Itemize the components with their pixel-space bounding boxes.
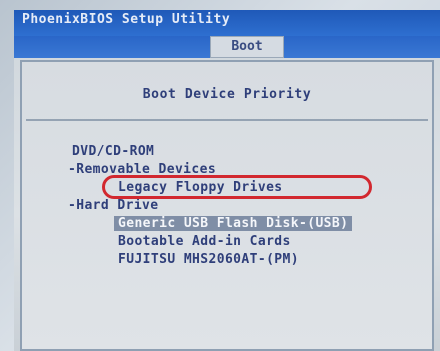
boot-item-legacy-floppy[interactable]: Legacy Floppy Drives xyxy=(118,180,283,195)
tab-boot[interactable]: Boot xyxy=(210,36,284,58)
window-title: PhoenixBIOS Setup Utility xyxy=(22,12,231,27)
title-bar: PhoenixBIOS Setup Utility xyxy=(14,10,440,36)
divider xyxy=(26,119,428,121)
bios-screen: PhoenixBIOS Setup Utility Boot Boot Devi… xyxy=(14,10,440,351)
boot-item-fujitsu-disk[interactable]: FUJITSU MHS2060AT-(PM) xyxy=(118,252,299,267)
boot-item-removable-devices[interactable]: -Removable Devices xyxy=(68,162,216,177)
boot-item-addin-cards[interactable]: Bootable Add-in Cards xyxy=(118,234,291,249)
boot-panel: Boot Device Priority DVD/CD-ROM -Removab… xyxy=(20,60,434,351)
boot-item-dvd-cdrom[interactable]: DVD/CD-ROM xyxy=(72,144,154,159)
section-title: Boot Device Priority xyxy=(142,87,312,102)
boot-item-usb-flash-disk[interactable]: Generic USB Flash Disk-(USB) xyxy=(114,216,353,231)
boot-item-hard-drive[interactable]: -Hard Drive xyxy=(68,198,159,213)
